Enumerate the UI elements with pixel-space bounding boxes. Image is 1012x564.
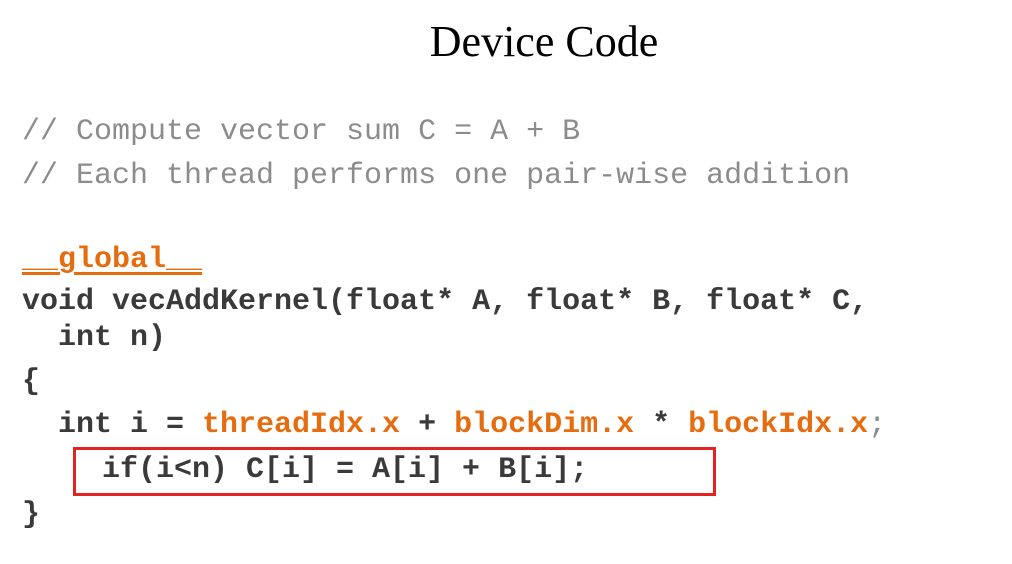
index-calculation-line: int i = threadIdx.x + blockDim.x * block… [22, 410, 886, 440]
function-signature-line-1: void vecAddKernel(float* A, float* B, fl… [22, 285, 869, 319]
semicolon: ; [868, 408, 887, 442]
function-signature-line-2: int n) [22, 321, 167, 355]
block-idx-keyword: blockIdx.x [688, 408, 869, 442]
block-dim-keyword: blockDim.x [454, 408, 635, 442]
slide-title: Device Code [429, 17, 659, 66]
thread-idx-keyword: threadIdx.x [202, 408, 401, 442]
times-operator: * [634, 408, 689, 442]
open-brace: { [22, 365, 41, 399]
close-brace: } [22, 498, 41, 532]
if-statement-line: if(i<n) C[i] = A[i] + B[i]; [102, 453, 589, 487]
global-qualifier: __global__ [22, 243, 203, 277]
plus-operator: + [400, 408, 455, 442]
comment-line-1: // Compute vector sum C = A + B [22, 115, 581, 149]
comment-line-2: // Each thread performs one pair-wise ad… [22, 159, 851, 193]
int-i-assignment: int i = [22, 408, 203, 442]
